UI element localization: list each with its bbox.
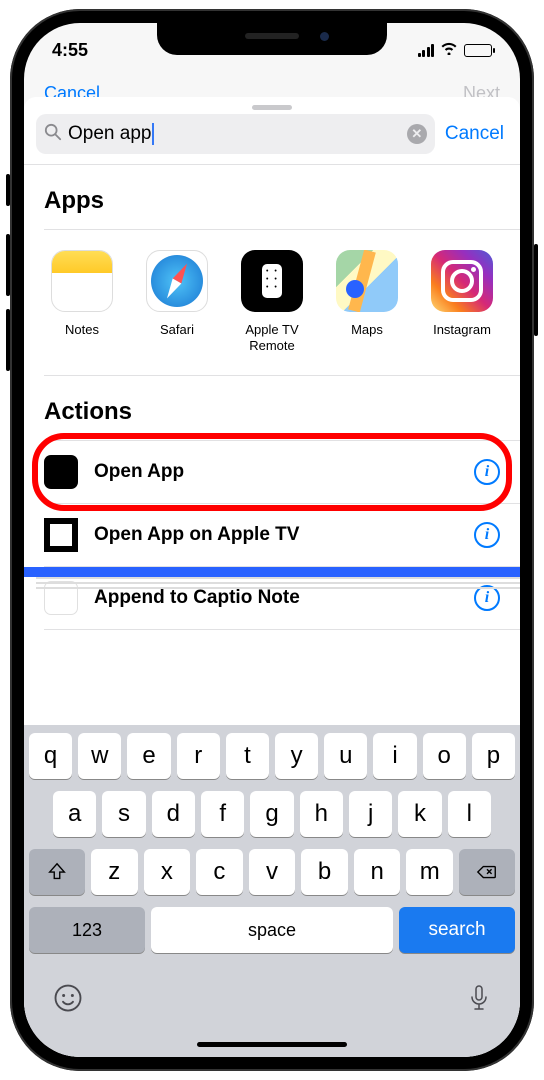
keyboard-row-2: a s d f g h j k l xyxy=(29,791,515,837)
key-shift[interactable] xyxy=(29,849,85,895)
apps-section-header: Apps xyxy=(24,165,520,229)
keyboard-row-3: z x c v b n m xyxy=(29,849,515,895)
notes-app-icon xyxy=(51,250,113,312)
sheet-grabber[interactable] xyxy=(252,105,292,110)
key-x[interactable]: x xyxy=(144,849,191,895)
key-search[interactable]: search xyxy=(399,907,515,953)
status-time: 4:55 xyxy=(52,40,88,61)
key-q[interactable]: q xyxy=(29,733,72,779)
app-safari[interactable]: Safari xyxy=(143,250,211,353)
apps-row: Notes Safari Apple TV Remote Maps xyxy=(24,230,520,375)
instagram-app-icon xyxy=(431,250,493,312)
search-icon xyxy=(44,123,62,146)
search-input[interactable]: Open app ✕ xyxy=(36,114,435,154)
key-u[interactable]: u xyxy=(324,733,367,779)
key-m[interactable]: m xyxy=(406,849,453,895)
key-v[interactable]: v xyxy=(249,849,296,895)
key-e[interactable]: e xyxy=(127,733,170,779)
power-button xyxy=(534,244,538,336)
home-indicator[interactable] xyxy=(197,1042,347,1047)
cancel-button[interactable]: Cancel xyxy=(445,123,508,145)
volume-up-button xyxy=(6,234,10,296)
emoji-button[interactable] xyxy=(53,983,83,1020)
key-123[interactable]: 123 xyxy=(29,907,145,953)
actions-section-header: Actions xyxy=(24,376,520,440)
clear-search-button[interactable]: ✕ xyxy=(407,124,427,144)
key-h[interactable]: h xyxy=(300,791,343,837)
cellular-signal-icon xyxy=(418,44,435,57)
action-open-app[interactable]: Open App i xyxy=(24,441,520,503)
key-j[interactable]: j xyxy=(349,791,392,837)
key-i[interactable]: i xyxy=(373,733,416,779)
ringer-switch xyxy=(6,174,10,206)
keyboard-row-1: q w e r t y u i o p xyxy=(29,733,515,779)
key-o[interactable]: o xyxy=(423,733,466,779)
screen: 4:55 Cancel Next xyxy=(24,23,520,1057)
key-y[interactable]: y xyxy=(275,733,318,779)
info-button[interactable]: i xyxy=(474,459,500,485)
info-button[interactable]: i xyxy=(474,522,500,548)
key-s[interactable]: s xyxy=(102,791,145,837)
apple-tv-remote-app-icon xyxy=(241,250,303,312)
key-z[interactable]: z xyxy=(91,849,138,895)
key-f[interactable]: f xyxy=(201,791,244,837)
key-r[interactable]: r xyxy=(177,733,220,779)
maps-app-icon xyxy=(336,250,398,312)
app-notes[interactable]: Notes xyxy=(48,250,116,353)
key-n[interactable]: n xyxy=(354,849,401,895)
key-space[interactable]: space xyxy=(151,907,393,953)
app-apple-tv-remote[interactable]: Apple TV Remote xyxy=(238,250,306,353)
action-open-app-apple-tv[interactable]: Open App on Apple TV i xyxy=(24,504,520,566)
captio-action-icon xyxy=(44,581,78,615)
key-g[interactable]: g xyxy=(250,791,293,837)
key-c[interactable]: c xyxy=(196,849,243,895)
notch xyxy=(157,23,387,55)
keyboard-row-4: 123 space search xyxy=(29,907,515,953)
info-button[interactable]: i xyxy=(474,585,500,611)
key-t[interactable]: t xyxy=(226,733,269,779)
key-k[interactable]: k xyxy=(398,791,441,837)
key-l[interactable]: l xyxy=(448,791,491,837)
wifi-icon xyxy=(440,41,458,60)
open-app-apple-tv-action-icon xyxy=(44,518,78,552)
volume-down-button xyxy=(6,309,10,371)
phone-frame: 4:55 Cancel Next xyxy=(10,9,534,1071)
key-a[interactable]: a xyxy=(53,791,96,837)
keyboard: q w e r t y u i o p a s d f g h xyxy=(24,725,520,1057)
key-backspace[interactable] xyxy=(459,849,515,895)
open-app-action-icon xyxy=(44,455,78,489)
safari-app-icon xyxy=(146,250,208,312)
app-instagram[interactable]: Instagram xyxy=(428,250,496,353)
search-sheet: Open app ✕ Cancel Apps Notes Safari xyxy=(24,97,520,1057)
search-value: Open app xyxy=(68,123,401,145)
background-nav-bar: Cancel Next xyxy=(24,71,520,99)
action-append-captio[interactable]: Append to Captio Note i xyxy=(24,567,520,629)
key-w[interactable]: w xyxy=(78,733,121,779)
app-maps[interactable]: Maps xyxy=(333,250,401,353)
key-d[interactable]: d xyxy=(152,791,195,837)
key-b[interactable]: b xyxy=(301,849,348,895)
dictation-button[interactable] xyxy=(467,983,491,1020)
key-p[interactable]: p xyxy=(472,733,515,779)
battery-icon xyxy=(464,44,492,57)
